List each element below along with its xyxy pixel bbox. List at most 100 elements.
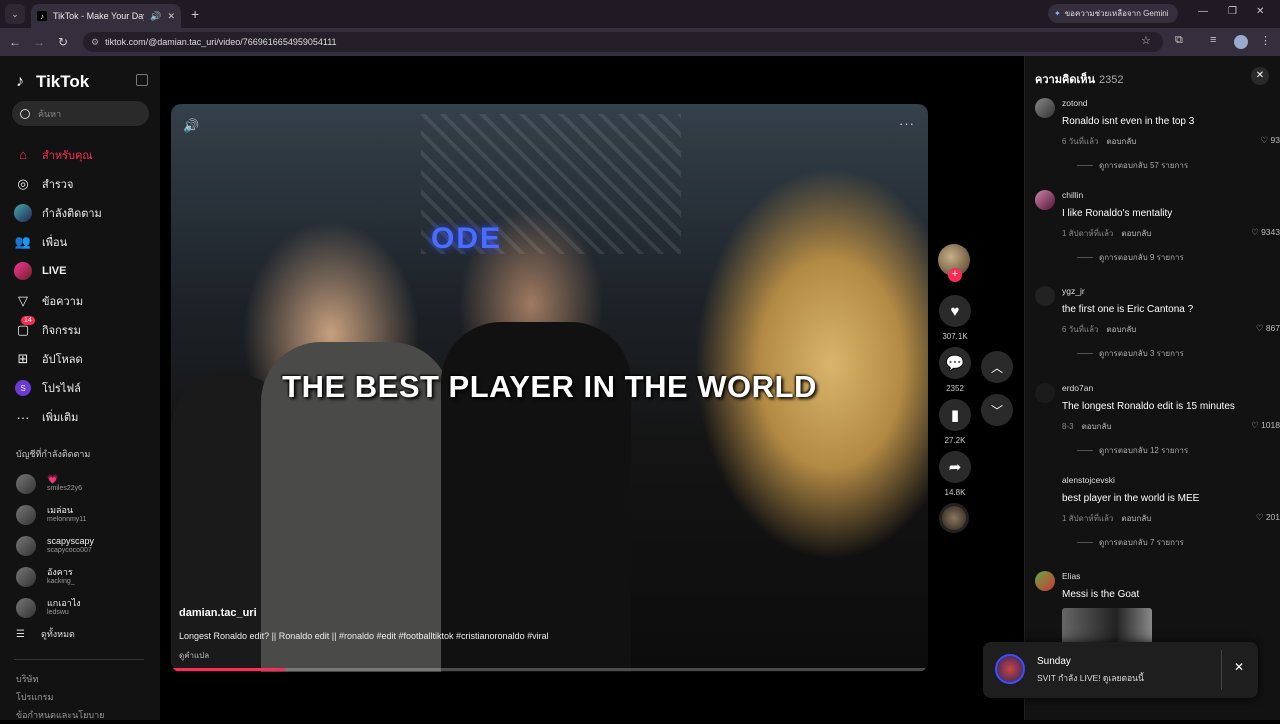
- comment-user[interactable]: zotond: [1062, 98, 1088, 108]
- comment-text: Ronaldo isnt even in the top 3: [1062, 116, 1195, 127]
- comment-like-button[interactable]: ♡ 9343: [1245, 227, 1280, 238]
- view-replies-button[interactable]: ดูการตอบกลับ 7 รายการ: [1077, 536, 1184, 549]
- gemini-button[interactable]: ✦ ขอความช่วยเหลือจาก Gemini: [1048, 4, 1178, 23]
- home-icon: ⌂: [19, 147, 27, 163]
- comment-user[interactable]: chillin: [1062, 190, 1083, 200]
- tab-title: TikTok - Make Your Day: [53, 11, 145, 21]
- following-account[interactable]: 💗 smiles22y6: [16, 468, 156, 499]
- comment-user[interactable]: erdo7an: [1062, 383, 1093, 393]
- sidebar-item-for-you[interactable]: ⌂ สำหรับคุณ: [14, 140, 154, 169]
- sidebar-item-friends[interactable]: 👥 เพื่อน: [14, 228, 154, 257]
- comment-user[interactable]: alenstojcevski: [1062, 475, 1115, 485]
- follow-plus-icon[interactable]: +: [948, 268, 962, 282]
- avatar[interactable]: [1035, 475, 1055, 495]
- bookmark-icon: ▮: [939, 399, 971, 431]
- site-info-icon[interactable]: ⚙: [91, 37, 99, 48]
- browser-tab[interactable]: ♪ TikTok - Make Your Day 🔊 ✕: [31, 4, 181, 28]
- footer-link-company[interactable]: บริษัท: [16, 670, 104, 688]
- gemini-icon: ✦: [1054, 9, 1061, 18]
- restore-icon[interactable]: ❐: [1228, 6, 1237, 17]
- reply-button[interactable]: ตอบกลับ: [1121, 229, 1151, 238]
- comment-like-button[interactable]: ♡ 867: [1245, 323, 1280, 334]
- following-list: 💗 smiles22y6 เมล่อน melonnmy11 scapyscapy s…: [16, 468, 156, 623]
- share-button[interactable]: ➦ 14.8K: [937, 451, 973, 497]
- sidebar-item-more[interactable]: ··· เพิ่มเติม: [14, 403, 154, 432]
- video-author[interactable]: damian.tac_uri: [179, 607, 257, 619]
- previous-video-button[interactable]: ︿: [981, 351, 1013, 383]
- close-comments-button[interactable]: ✕: [1251, 67, 1269, 85]
- see-all-button[interactable]: ☰ ดูทั้งหมด: [16, 627, 75, 641]
- view-replies-button[interactable]: ดูการตอบกลับ 3 รายการ: [1077, 347, 1184, 360]
- speaker-icon[interactable]: 🔊: [150, 11, 161, 22]
- bookmark-star-icon[interactable]: ☆: [1141, 34, 1151, 47]
- comment-user[interactable]: Elias: [1062, 571, 1080, 581]
- comment-button[interactable]: 💬 2352: [937, 347, 973, 393]
- save-button[interactable]: ▮ 27.2K: [937, 399, 973, 445]
- like-button[interactable]: ♥ 307.1K: [937, 295, 973, 341]
- url-field[interactable]: ⚙ tiktok.com/@damian.tac_uri/video/76696…: [83, 32, 1163, 52]
- comment-user[interactable]: ygz_jr: [1062, 286, 1085, 296]
- search-placeholder: ค้นหา: [38, 108, 62, 119]
- forward-icon[interactable]: →: [27, 35, 51, 49]
- comment-text: the first one is Eric Cantona ?: [1062, 304, 1194, 315]
- view-replies-button[interactable]: ดูการตอบกลับ 12 รายการ: [1077, 444, 1188, 457]
- following-account[interactable]: แกเอาไง ledswu: [16, 592, 156, 623]
- sidebar-item-following[interactable]: กำลังติดตาม: [14, 198, 154, 227]
- reply-button[interactable]: ตอบกลับ: [1121, 514, 1151, 523]
- video-progress-bar[interactable]: [171, 668, 928, 671]
- profile-avatar-icon[interactable]: [1234, 35, 1248, 49]
- video-player[interactable]: ODE 🔊 ··· THE BEST PLAYER IN THE WORLD d…: [171, 104, 928, 672]
- avatar[interactable]: [1035, 98, 1055, 118]
- extensions-icon[interactable]: ⧉: [1175, 34, 1183, 47]
- tab-close-icon[interactable]: ✕: [167, 11, 175, 22]
- music-disc-icon[interactable]: [939, 503, 969, 533]
- comment-time: 1 สัปดาห์ที่แล้ว: [1062, 514, 1114, 523]
- sidebar-item-messages[interactable]: ▽ ข้อความ: [14, 286, 154, 315]
- see-translation-link[interactable]: ดูคำแปล: [179, 649, 209, 662]
- sidebar-item-profile[interactable]: S โปรไฟล์: [14, 374, 154, 403]
- footer-link-programs[interactable]: โปรแกรม: [16, 688, 104, 706]
- reply-button[interactable]: ตอบกลับ: [1106, 137, 1136, 146]
- account-handle: smiles22y6: [47, 485, 83, 492]
- sidebar-item-upload[interactable]: ⊞ อัปโหลด: [14, 344, 154, 373]
- sidebar-item-activity[interactable]: ▢ 14 กิจกรรม: [14, 315, 154, 344]
- reload-icon[interactable]: ↻: [51, 35, 75, 49]
- close-icon[interactable]: ✕: [1234, 660, 1244, 674]
- next-video-button[interactable]: ﹀: [981, 394, 1013, 426]
- new-tab-button[interactable]: +: [191, 6, 199, 22]
- avatar: [16, 504, 36, 525]
- volume-icon[interactable]: 🔊: [183, 118, 203, 134]
- minimize-icon[interactable]: —: [1198, 6, 1208, 17]
- comment-like-button[interactable]: ♡ 1018: [1245, 420, 1280, 431]
- tiktok-page: ♪ TikTok ค้นหา ⌂ สำหรับคุณ ◎ สำรวจ กำลัง…: [0, 56, 1280, 720]
- avatar[interactable]: [1035, 383, 1055, 403]
- collapse-sidebar-icon[interactable]: [136, 74, 148, 86]
- view-replies-button[interactable]: ดูการตอบกลับ 9 รายการ: [1077, 251, 1184, 264]
- avatar: [16, 535, 36, 556]
- browser-menu-icon[interactable]: ⋮: [1260, 34, 1271, 47]
- back-icon[interactable]: ←: [3, 35, 27, 49]
- footer-link-terms[interactable]: ข้อกำหนดและนโยบาย: [16, 706, 104, 724]
- comment-like-button[interactable]: ♡ 93: [1245, 135, 1280, 146]
- following-account[interactable]: เมล่อน melonnmy11: [16, 499, 156, 530]
- avatar[interactable]: [1035, 286, 1055, 306]
- media-controls-icon[interactable]: ≡: [1210, 34, 1216, 46]
- reply-button[interactable]: ตอบกลับ: [1106, 325, 1136, 334]
- following-account[interactable]: อังคาร kacking_: [16, 561, 156, 592]
- more-options-icon[interactable]: ···: [899, 116, 915, 131]
- sidebar-item-explore[interactable]: ◎ สำรวจ: [14, 169, 154, 198]
- view-replies-button[interactable]: ดูการตอบกลับ 57 รายการ: [1077, 159, 1188, 172]
- avatar[interactable]: [1035, 571, 1055, 591]
- live-notification-toast[interactable]: Sunday SVIT กำลัง LIVE! ดูเลยตอนนี้ ✕: [983, 642, 1258, 698]
- video-caption: Longest Ronaldo edit? || Ronaldo edit ||…: [179, 631, 549, 641]
- reply-button[interactable]: ตอบกลับ: [1082, 422, 1112, 431]
- tab-search-button[interactable]: ⌄: [5, 4, 25, 24]
- following-account[interactable]: scapyscapy scapycoco007: [16, 530, 156, 561]
- window-close-icon[interactable]: ✕: [1256, 6, 1264, 17]
- comment-like-button[interactable]: ♡ 201: [1245, 512, 1280, 523]
- avatar[interactable]: [1035, 190, 1055, 210]
- search-input[interactable]: ค้นหา: [12, 101, 149, 126]
- sidebar-item-live[interactable]: LIVE: [14, 257, 154, 286]
- comment-image[interactable]: [1062, 608, 1152, 644]
- tiktok-logo[interactable]: ♪ TikTok: [16, 72, 89, 92]
